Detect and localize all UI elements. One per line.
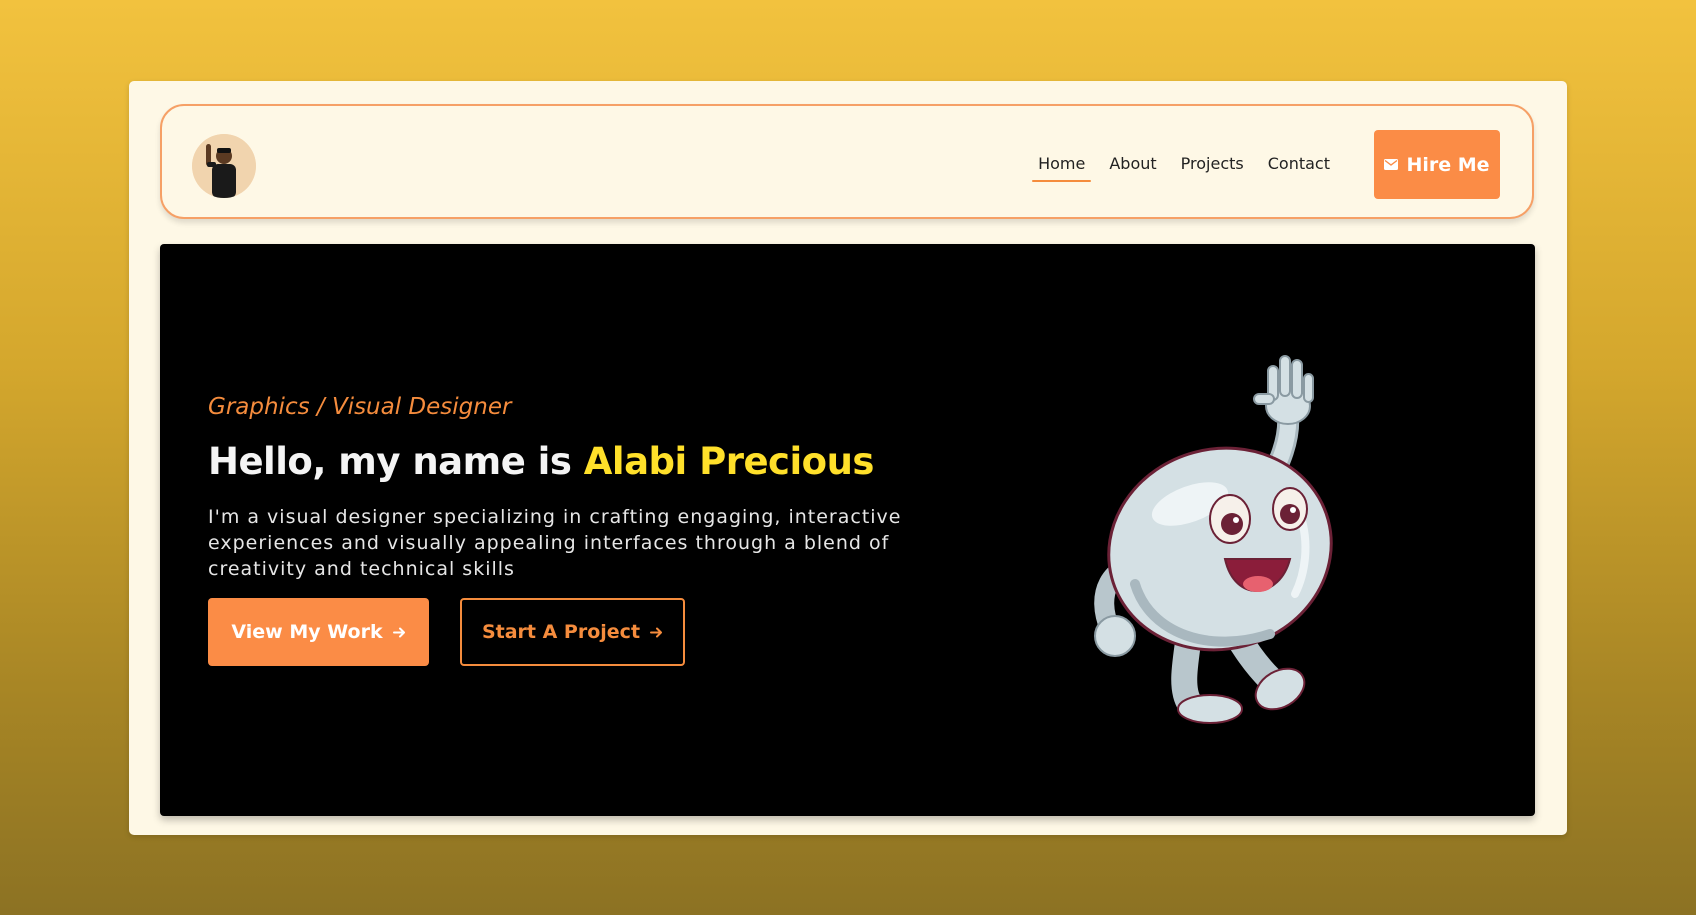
hero-subtitle: Graphics / Visual Designer (208, 394, 512, 420)
mail-icon (1384, 159, 1399, 170)
hire-me-label: Hire Me (1406, 153, 1490, 176)
waving-mascot-illustration (1094, 355, 1333, 724)
nav-projects[interactable]: Projects (1169, 154, 1256, 173)
hero-headline: Hello, my name is Alabi Precious (208, 440, 874, 483)
avatar-image (192, 134, 256, 198)
view-my-work-label: View My Work (231, 621, 383, 643)
nav-contact[interactable]: Contact (1256, 154, 1342, 173)
start-a-project-label: Start A Project (481, 621, 641, 643)
browser-window: Home About Projects Contact Hire Me Grap… (129, 81, 1567, 835)
hero-description: I'm a visual designer specializing in cr… (208, 506, 902, 580)
hero-greeting: Hello, my name is (208, 440, 584, 483)
profile-avatar[interactable] (192, 134, 256, 198)
nav-about[interactable]: About (1097, 154, 1168, 173)
nav-home[interactable]: Home (1026, 154, 1097, 182)
nav-links: Home About Projects Contact (1026, 154, 1342, 182)
hero-section: Graphics / Visual Designer Hello, my nam… (160, 244, 1535, 816)
start-a-project-button[interactable]: Start A Project (460, 598, 685, 666)
navbar: Home About Projects Contact Hire Me (160, 104, 1534, 219)
hire-me-button[interactable]: Hire Me (1374, 130, 1500, 199)
view-my-work-button[interactable]: View My Work (208, 598, 429, 666)
arrow-right-icon (650, 627, 663, 637)
arrow-right-icon (392, 627, 405, 637)
hero-name: Alabi Precious (583, 440, 875, 483)
